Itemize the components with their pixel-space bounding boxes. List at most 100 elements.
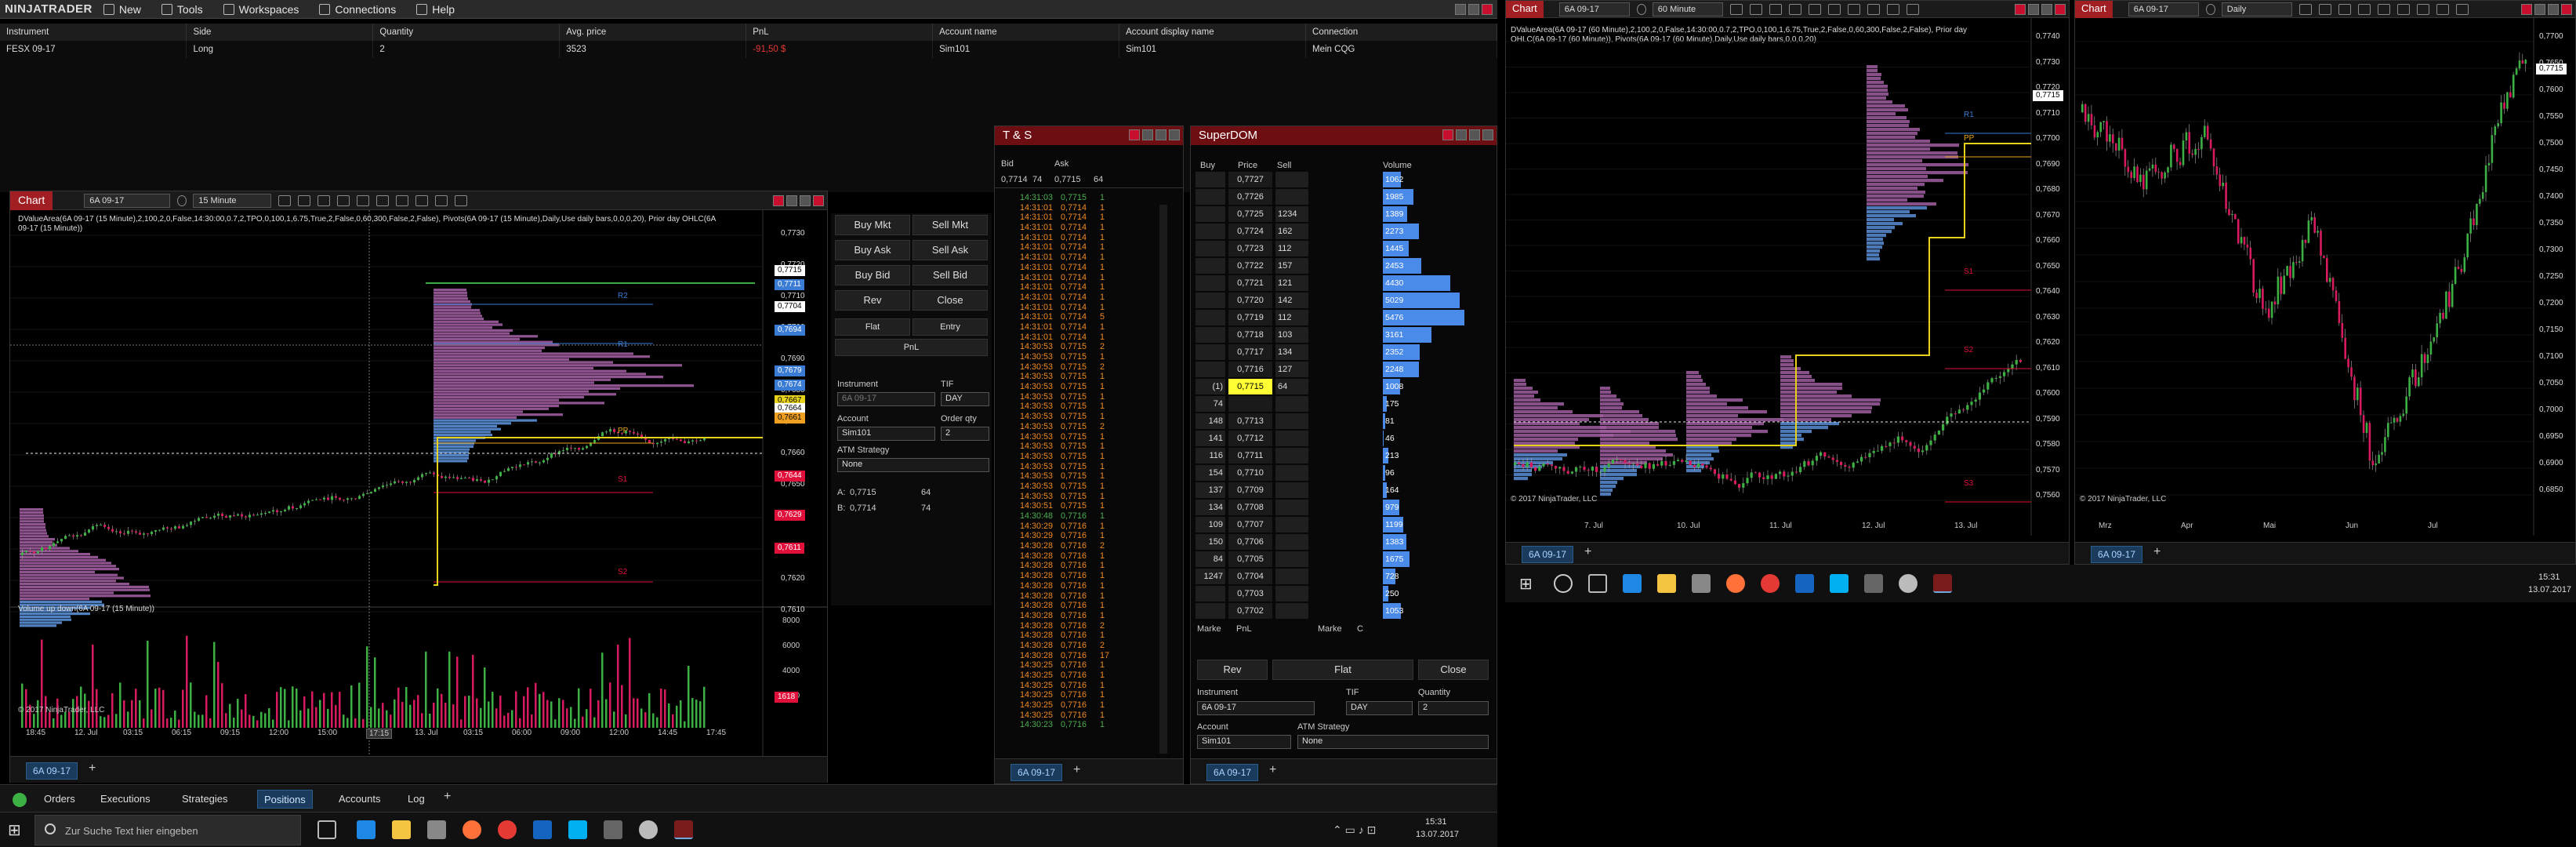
dom-pin-button[interactable] bbox=[1442, 129, 1453, 140]
tns-max-button[interactable] bbox=[1156, 129, 1166, 140]
dom-ask-cell[interactable]: 121 bbox=[1275, 275, 1308, 291]
dom-bid-cell[interactable] bbox=[1195, 362, 1225, 377]
col-side[interactable]: Side bbox=[186, 24, 374, 41]
properties-icon[interactable] bbox=[435, 194, 448, 206]
cortana-icon[interactable] bbox=[1554, 574, 1573, 593]
strategies-icon[interactable] bbox=[396, 194, 409, 206]
dom-ask-cell[interactable]: 157 bbox=[1275, 258, 1308, 274]
chart2-pin-button[interactable] bbox=[2015, 3, 2026, 15]
chart3-tab[interactable]: 6A 09-17 bbox=[2091, 546, 2143, 563]
col-instrument[interactable]: Instrument bbox=[0, 24, 187, 41]
search-icon[interactable] bbox=[177, 194, 187, 206]
dom-market-left[interactable]: Marke bbox=[1197, 624, 1221, 634]
col-avg-price[interactable]: Avg. price bbox=[559, 24, 747, 41]
firefox-icon[interactable] bbox=[463, 820, 481, 839]
tray-icons[interactable]: ⌃ ▭ ♪ ⊡ bbox=[1333, 823, 1376, 837]
menu-workspaces[interactable]: Workspaces bbox=[223, 3, 299, 16]
zoom-in-icon[interactable] bbox=[1769, 3, 1782, 15]
dom-bid-cell[interactable]: 109 bbox=[1195, 517, 1225, 533]
drawing-tool-icon[interactable] bbox=[1749, 3, 1762, 15]
task-view-icon[interactable] bbox=[317, 820, 336, 839]
dom-bid-cell[interactable]: 141 bbox=[1195, 431, 1225, 446]
data-box-icon[interactable] bbox=[2455, 3, 2469, 15]
chart2-min-button[interactable] bbox=[2028, 3, 2039, 15]
dom-ask-cell[interactable]: 64 bbox=[1275, 379, 1308, 394]
indicators-icon[interactable] bbox=[2396, 3, 2410, 15]
skype-icon[interactable] bbox=[568, 820, 587, 839]
chart2-instrument-selector[interactable]: 6A 09-17 bbox=[1558, 2, 1630, 16]
search-icon[interactable] bbox=[1636, 3, 1646, 15]
dom-max-button[interactable] bbox=[1469, 129, 1480, 140]
windows-start-icon[interactable]: ⊞ bbox=[1519, 574, 1538, 593]
dom-instrument-selector[interactable]: 6A 09-17 bbox=[1197, 701, 1315, 715]
dom-add-tab-button[interactable]: + bbox=[1269, 763, 1276, 777]
chart-trader-icon[interactable] bbox=[1867, 3, 1880, 15]
indicators-icon[interactable] bbox=[376, 194, 390, 206]
tif-select[interactable]: DAY bbox=[941, 392, 989, 406]
dom-market-right[interactable]: Marke bbox=[1318, 624, 1342, 634]
tns-add-tab-button[interactable]: + bbox=[1073, 763, 1080, 777]
dom-ask-cell[interactable]: 142 bbox=[1275, 293, 1308, 308]
chart-pin-button[interactable] bbox=[773, 194, 784, 206]
chrome-icon[interactable] bbox=[1761, 574, 1780, 593]
zoom-out-icon[interactable] bbox=[2357, 3, 2371, 15]
file-explorer-icon[interactable] bbox=[392, 820, 411, 839]
col-account-display-name[interactable]: Account display name bbox=[1119, 24, 1307, 41]
chart3-pin-button[interactable] bbox=[2521, 3, 2532, 15]
dom-ask-cell[interactable] bbox=[1275, 448, 1308, 463]
bar-type-icon[interactable] bbox=[1729, 3, 1743, 15]
chart-trader-icon[interactable] bbox=[2416, 3, 2429, 15]
col-connection[interactable]: Connection bbox=[1305, 24, 1497, 41]
tab-orders[interactable]: Orders bbox=[38, 790, 82, 809]
dom-bid-cell[interactable] bbox=[1195, 293, 1225, 308]
chart-trader-icon[interactable] bbox=[415, 194, 429, 206]
dom-ask-cell[interactable] bbox=[1275, 465, 1308, 481]
instrument-selector[interactable]: 6A 09-17 bbox=[84, 193, 171, 208]
chart2-interval-selector[interactable]: 60 Minute bbox=[1652, 2, 1723, 16]
crosshair-icon[interactable] bbox=[357, 194, 370, 206]
chart3-max-button[interactable] bbox=[2548, 3, 2559, 15]
dom-bid-cell[interactable]: 137 bbox=[1195, 482, 1225, 498]
drawing-tool-icon[interactable] bbox=[2318, 3, 2331, 15]
atm-strategy-select[interactable]: None bbox=[837, 458, 989, 472]
taskbar-search-box[interactable]: Zur Suche Text hier eingeben bbox=[34, 815, 301, 845]
chart2-max-button[interactable] bbox=[2041, 3, 2052, 15]
dom-bid-cell[interactable]: 84 bbox=[1195, 551, 1225, 567]
dom-ask-cell[interactable]: 112 bbox=[1275, 241, 1308, 256]
store-icon[interactable] bbox=[427, 820, 446, 839]
file-explorer-icon[interactable] bbox=[1657, 574, 1676, 593]
data-box-icon[interactable] bbox=[1906, 3, 1919, 15]
properties-icon[interactable] bbox=[1886, 3, 1899, 15]
dom-bid-cell[interactable] bbox=[1195, 344, 1225, 360]
task-view-icon[interactable] bbox=[1588, 574, 1607, 593]
chart-min-button[interactable] bbox=[786, 194, 797, 206]
dom-tif-select[interactable]: DAY bbox=[1346, 701, 1413, 715]
account-select[interactable]: Sim101 bbox=[837, 427, 935, 441]
col-pnl[interactable]: PnL bbox=[746, 24, 934, 41]
menu-tools[interactable]: Tools bbox=[161, 3, 203, 16]
menu-help[interactable]: Help bbox=[416, 3, 455, 16]
chart3-canvas[interactable] bbox=[2075, 18, 2575, 536]
dom-ask-cell[interactable] bbox=[1275, 482, 1308, 498]
skype-icon[interactable] bbox=[1830, 574, 1849, 593]
price-chart-canvas[interactable] bbox=[10, 210, 827, 759]
tab-log[interactable]: Log bbox=[401, 790, 431, 809]
dom-ask-cell[interactable] bbox=[1275, 396, 1308, 412]
dom-bid-cell[interactable] bbox=[1195, 258, 1225, 274]
chart2-close-button[interactable] bbox=[2055, 3, 2066, 15]
tab-executions[interactable]: Executions bbox=[94, 790, 157, 809]
dom-ask-cell[interactable] bbox=[1275, 431, 1308, 446]
dom-ask-cell[interactable] bbox=[1275, 172, 1308, 187]
buy-bid-button[interactable]: Buy Bid bbox=[835, 265, 910, 285]
windows-start-icon[interactable]: ⊞ bbox=[8, 820, 27, 839]
dom-bid-cell[interactable] bbox=[1195, 189, 1225, 205]
tns-min-button[interactable] bbox=[1142, 129, 1153, 140]
dom-ask-cell[interactable] bbox=[1275, 603, 1308, 619]
dom-qty-stepper[interactable]: 2 bbox=[1418, 701, 1489, 715]
zoom-in-icon[interactable] bbox=[317, 194, 331, 206]
dom-atm-select[interactable]: None bbox=[1297, 735, 1489, 749]
app-icon[interactable] bbox=[1899, 574, 1917, 593]
store-icon[interactable] bbox=[1692, 574, 1711, 593]
dom-ask-cell[interactable] bbox=[1275, 189, 1308, 205]
firefox-icon[interactable] bbox=[1726, 574, 1745, 593]
